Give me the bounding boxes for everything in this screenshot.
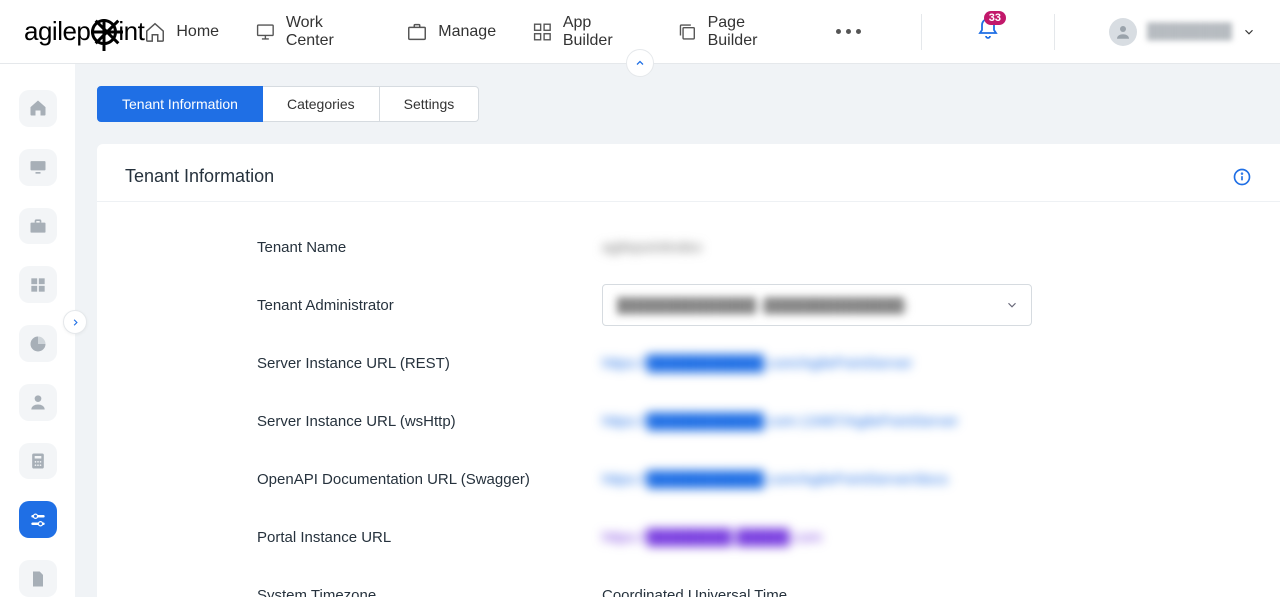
sidebar-item-users[interactable] — [19, 384, 57, 421]
field-value-link[interactable]: https://███████████.com:13487/AgilePoint… — [602, 413, 958, 430]
user-menu[interactable]: ████████ — [1109, 18, 1256, 46]
home-icon — [144, 21, 166, 43]
tab-bar: Tenant Information Categories Settings — [97, 86, 1280, 122]
collapse-header-button[interactable] — [626, 49, 654, 77]
field-label: Tenant Name — [257, 239, 602, 256]
field-timezone: System Timezone Coordinated Universal Ti… — [257, 566, 1252, 597]
sidebar-item-home[interactable] — [19, 90, 57, 127]
divider — [1054, 14, 1055, 50]
document-icon — [28, 569, 48, 589]
nav-app-builder[interactable]: App Builder — [532, 14, 641, 50]
nav-label: App Builder — [563, 14, 641, 50]
person-icon — [28, 392, 48, 412]
panel-header: Tenant Information — [97, 144, 1280, 202]
grid-icon — [532, 21, 553, 43]
gear-icon — [91, 19, 117, 45]
home-icon — [28, 98, 48, 118]
field-swagger-url: OpenAPI Documentation URL (Swagger) http… — [257, 450, 1252, 508]
person-icon — [1114, 23, 1132, 41]
nav-home[interactable]: Home — [144, 21, 219, 43]
monitor-icon — [255, 21, 276, 43]
tab-categories[interactable]: Categories — [263, 86, 380, 122]
chevron-right-icon — [70, 317, 81, 328]
field-value-link[interactable]: https://███████████.com/AgilePointServer — [602, 355, 912, 372]
nav-label: Manage — [438, 23, 496, 41]
field-wshttp-url: Server Instance URL (wsHttp) https://███… — [257, 392, 1252, 450]
avatar — [1109, 18, 1137, 46]
tab-settings[interactable]: Settings — [380, 86, 480, 122]
nav-manage[interactable]: Manage — [406, 21, 496, 43]
chevron-up-icon — [634, 57, 646, 69]
field-tenant-name: Tenant Name agilepointindex — [257, 218, 1252, 276]
nav-work-center[interactable]: Work Center — [255, 14, 370, 50]
username-label: ████████ — [1147, 23, 1232, 40]
expand-sidebar-button[interactable] — [63, 310, 87, 334]
sidebar-item-reports[interactable] — [19, 325, 57, 362]
field-tenant-admin: Tenant Administrator ██████████████ (███… — [257, 276, 1252, 334]
top-header: agilep int Home Work Center Manage App B… — [0, 0, 1280, 64]
sidebar-item-apps[interactable] — [19, 266, 57, 303]
field-label: Tenant Administrator — [257, 297, 602, 314]
grid-icon — [28, 275, 48, 295]
body: Tenant Information Categories Settings T… — [0, 64, 1280, 597]
select-value: ██████████████ (██████████████) — [617, 297, 908, 313]
sidebar-item-calculator[interactable] — [19, 443, 57, 480]
calculator-icon — [28, 451, 48, 471]
briefcase-icon — [28, 216, 48, 236]
tab-tenant-information[interactable]: Tenant Information — [97, 86, 263, 122]
field-label: Server Instance URL (wsHttp) — [257, 413, 602, 430]
sidebar-item-settings[interactable] — [19, 501, 57, 538]
tenant-admin-select[interactable]: ██████████████ (██████████████) — [602, 284, 1032, 326]
primary-nav: Home Work Center Manage App Builder Page… — [144, 14, 1256, 50]
info-icon[interactable] — [1232, 167, 1252, 187]
field-value-link[interactable]: https://████████.█████.com — [602, 529, 822, 546]
field-value: agilepointindex — [602, 239, 702, 256]
field-portal-url: Portal Instance URL https://████████.███… — [257, 508, 1252, 566]
sidebar-item-briefcase[interactable] — [19, 208, 57, 245]
monitor-icon — [28, 157, 48, 177]
sidebar-item-document[interactable] — [19, 560, 57, 597]
notification-count-badge: 33 — [984, 11, 1006, 25]
nav-page-builder[interactable]: Page Builder — [677, 14, 794, 50]
sidebar-item-monitor[interactable] — [19, 149, 57, 186]
left-sidebar — [0, 64, 75, 597]
panel-title: Tenant Information — [125, 166, 274, 187]
field-label: OpenAPI Documentation URL (Swagger) — [257, 471, 602, 488]
notifications-button[interactable]: 33 — [976, 17, 1000, 46]
field-rest-url: Server Instance URL (REST) https://█████… — [257, 334, 1252, 392]
copy-icon — [677, 21, 698, 43]
nav-more-button[interactable] — [830, 23, 867, 40]
tenant-info-panel: Tenant Information Tenant Name agilepoin… — [97, 144, 1280, 597]
field-label: Server Instance URL (REST) — [257, 355, 602, 372]
divider — [921, 14, 922, 50]
nav-label: Work Center — [286, 14, 370, 50]
briefcase-icon — [406, 21, 428, 43]
sliders-icon — [28, 510, 48, 530]
field-label: System Timezone — [257, 587, 602, 597]
main-content: Tenant Information Categories Settings T… — [75, 64, 1280, 597]
nav-label: Page Builder — [708, 14, 794, 50]
field-label: Portal Instance URL — [257, 529, 602, 546]
nav-label: Home — [176, 23, 219, 41]
field-value-link[interactable]: https://███████████.com/AgilePointServer… — [602, 471, 948, 488]
brand-logo: agilep int — [24, 16, 144, 47]
tenant-info-form: Tenant Name agilepointindex Tenant Admin… — [97, 202, 1280, 597]
chevron-down-icon — [1242, 25, 1256, 39]
pie-icon — [28, 334, 48, 354]
field-value: Coordinated Universal Time — [602, 587, 787, 597]
chevron-down-icon — [1005, 298, 1019, 312]
